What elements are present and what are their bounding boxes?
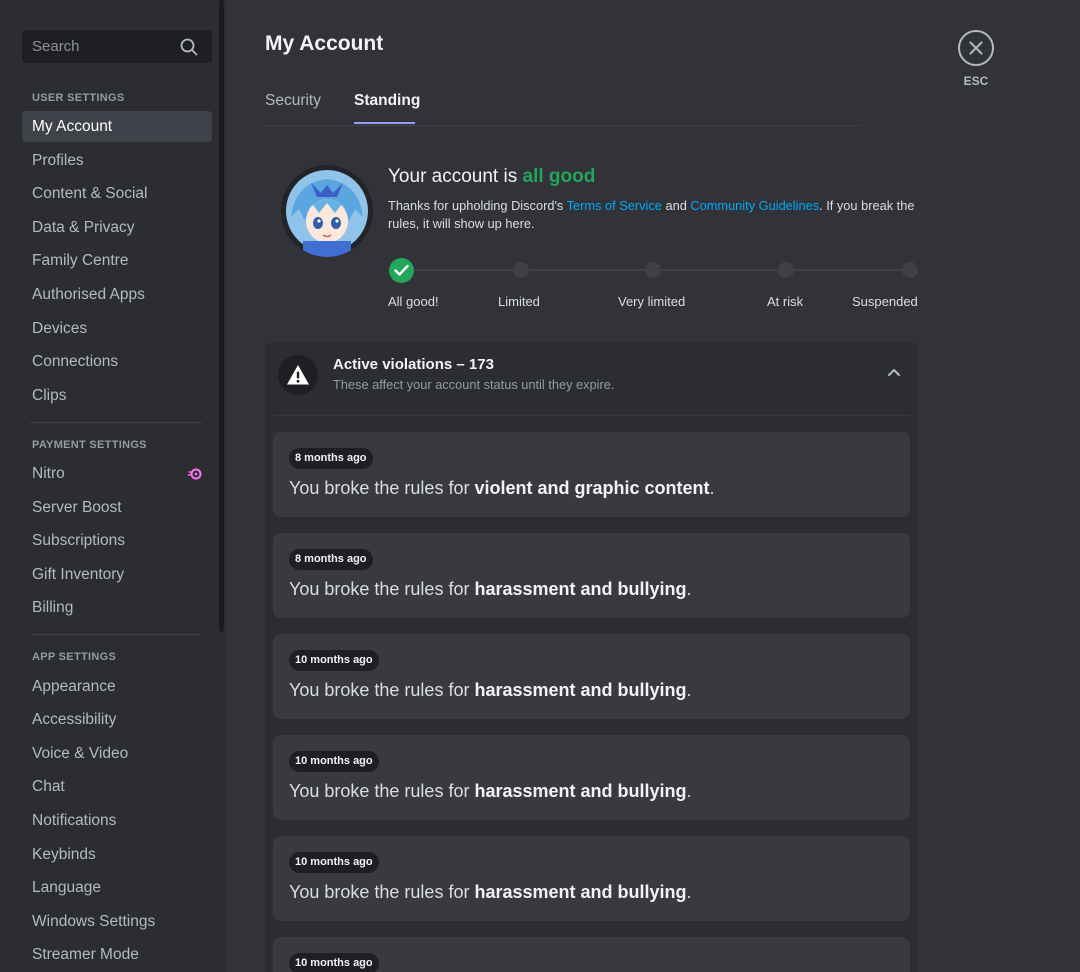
sidebar-item-server-boost[interactable]: Server Boost <box>22 492 212 523</box>
sidebar-divider <box>30 422 202 423</box>
sidebar-item-data-privacy[interactable]: Data & Privacy <box>22 212 212 243</box>
warning-icon <box>287 365 309 385</box>
sidebar-item-content-social[interactable]: Content & Social <box>22 178 212 209</box>
tab-standing[interactable]: Standing <box>354 92 420 110</box>
sidebar-item-keybinds[interactable]: Keybinds <box>22 839 212 870</box>
sidebar-item-my-account[interactable]: My Account <box>22 111 212 142</box>
sidebar-item-gift-inventory[interactable]: Gift Inventory <box>22 559 212 590</box>
violations-divider <box>273 415 910 416</box>
violation-text: You broke the rules for harassment and b… <box>289 882 692 902</box>
section-header-user-settings: USER SETTINGS <box>32 92 125 104</box>
violations-title: Active violations – 173 <box>333 356 494 373</box>
warning-badge <box>278 355 318 395</box>
tab-active-indicator <box>354 122 415 124</box>
search-icon[interactable] <box>180 38 198 56</box>
violation-text: You broke the rules for harassment and b… <box>289 781 692 801</box>
sidebar-item-billing[interactable]: Billing <box>22 592 212 623</box>
tabs-divider <box>265 125 861 126</box>
violation-card[interactable]: 8 months ago You broke the rules for vio… <box>273 432 910 517</box>
violation-text: You broke the rules for harassment and b… <box>289 680 692 700</box>
section-header-app-settings: APP SETTINGS <box>32 651 117 663</box>
step-marker-all-good <box>389 258 414 283</box>
standing-title: Your account is all good <box>388 166 596 187</box>
time-badge: 10 months ago <box>289 650 379 671</box>
sidebar-divider <box>30 634 202 635</box>
sidebar-item-subscriptions[interactable]: Subscriptions <box>22 525 212 556</box>
search-box[interactable] <box>22 30 212 63</box>
step-label-limited: Limited <box>498 294 540 309</box>
step-label-very-limited: Very limited <box>618 294 686 309</box>
settings-sidebar: USER SETTINGS My Account Profiles Conten… <box>0 0 225 972</box>
step-marker-suspended <box>902 262 918 278</box>
sidebar-item-streamer-mode[interactable]: Streamer Mode <box>22 939 212 970</box>
sidebar-item-nitro[interactable]: Nitro <box>22 458 212 489</box>
time-badge: 8 months ago <box>289 448 373 469</box>
violation-card[interactable]: 10 months ago You broke the rules for ha… <box>273 634 910 719</box>
avatar <box>281 165 373 257</box>
search-input[interactable] <box>22 30 172 63</box>
sidebar-scrollbar[interactable] <box>219 0 224 632</box>
sidebar-item-connections[interactable]: Connections <box>22 346 212 377</box>
violations-subtitle: These affect your account status until t… <box>333 377 615 392</box>
section-header-payment-settings: PAYMENT SETTINGS <box>32 439 147 451</box>
step-label-suspended: Suspended <box>852 294 918 309</box>
time-badge: 10 months ago <box>289 953 379 972</box>
time-badge: 10 months ago <box>289 852 379 873</box>
sidebar-item-accessibility[interactable]: Accessibility <box>22 704 212 735</box>
violation-card[interactable]: 10 months ago You broke the rules for ha… <box>273 836 910 921</box>
standing-description: Thanks for upholding Discord's Terms of … <box>388 198 915 231</box>
step-label-at-risk: At risk <box>767 294 804 309</box>
step-marker-very-limited <box>645 262 661 278</box>
sidebar-item-windows-settings[interactable]: Windows Settings <box>22 906 212 937</box>
violation-text: You broke the rules for violent and grap… <box>289 478 715 498</box>
violation-card[interactable]: 8 months ago You broke the rules for har… <box>273 533 910 618</box>
sidebar-item-clips[interactable]: Clips <box>22 380 212 411</box>
violation-card[interactable]: 10 months ago You broke the rules for ha… <box>273 735 910 820</box>
page-title: My Account <box>265 32 384 55</box>
sidebar-item-authorised-apps[interactable]: Authorised Apps <box>22 279 212 310</box>
sidebar-item-family-centre[interactable]: Family Centre <box>22 245 212 276</box>
sidebar-item-language[interactable]: Language <box>22 872 212 903</box>
step-marker-limited <box>513 262 529 278</box>
esc-label: ESC <box>963 74 989 88</box>
avatar-image <box>281 165 373 257</box>
close-icon <box>969 41 983 55</box>
sidebar-item-profiles[interactable]: Profiles <box>22 145 212 176</box>
sidebar-item-label: Nitro <box>32 465 65 482</box>
chevron-up-icon[interactable] <box>886 366 902 378</box>
sidebar-item-appearance[interactable]: Appearance <box>22 671 212 702</box>
nitro-icon <box>188 468 202 480</box>
standing-status: all good <box>522 166 596 187</box>
violation-text: You broke the rules for harassment and b… <box>289 579 692 599</box>
check-icon <box>394 264 409 276</box>
step-marker-at-risk <box>778 262 794 278</box>
sidebar-item-chat[interactable]: Chat <box>22 771 212 802</box>
close-button[interactable] <box>958 30 994 66</box>
step-label-all-good: All good! <box>388 294 439 309</box>
sidebar-item-voice-video[interactable]: Voice & Video <box>22 738 212 769</box>
violation-card[interactable]: 10 months ago <box>273 937 910 972</box>
sidebar-item-devices[interactable]: Devices <box>22 313 212 344</box>
sidebar-item-notifications[interactable]: Notifications <box>22 805 212 836</box>
tab-security[interactable]: Security <box>265 92 321 110</box>
time-badge: 10 months ago <box>289 751 379 772</box>
terms-of-service-link[interactable]: Terms of Service <box>567 198 662 213</box>
community-guidelines-link[interactable]: Community Guidelines <box>690 198 819 213</box>
time-badge: 8 months ago <box>289 549 373 570</box>
